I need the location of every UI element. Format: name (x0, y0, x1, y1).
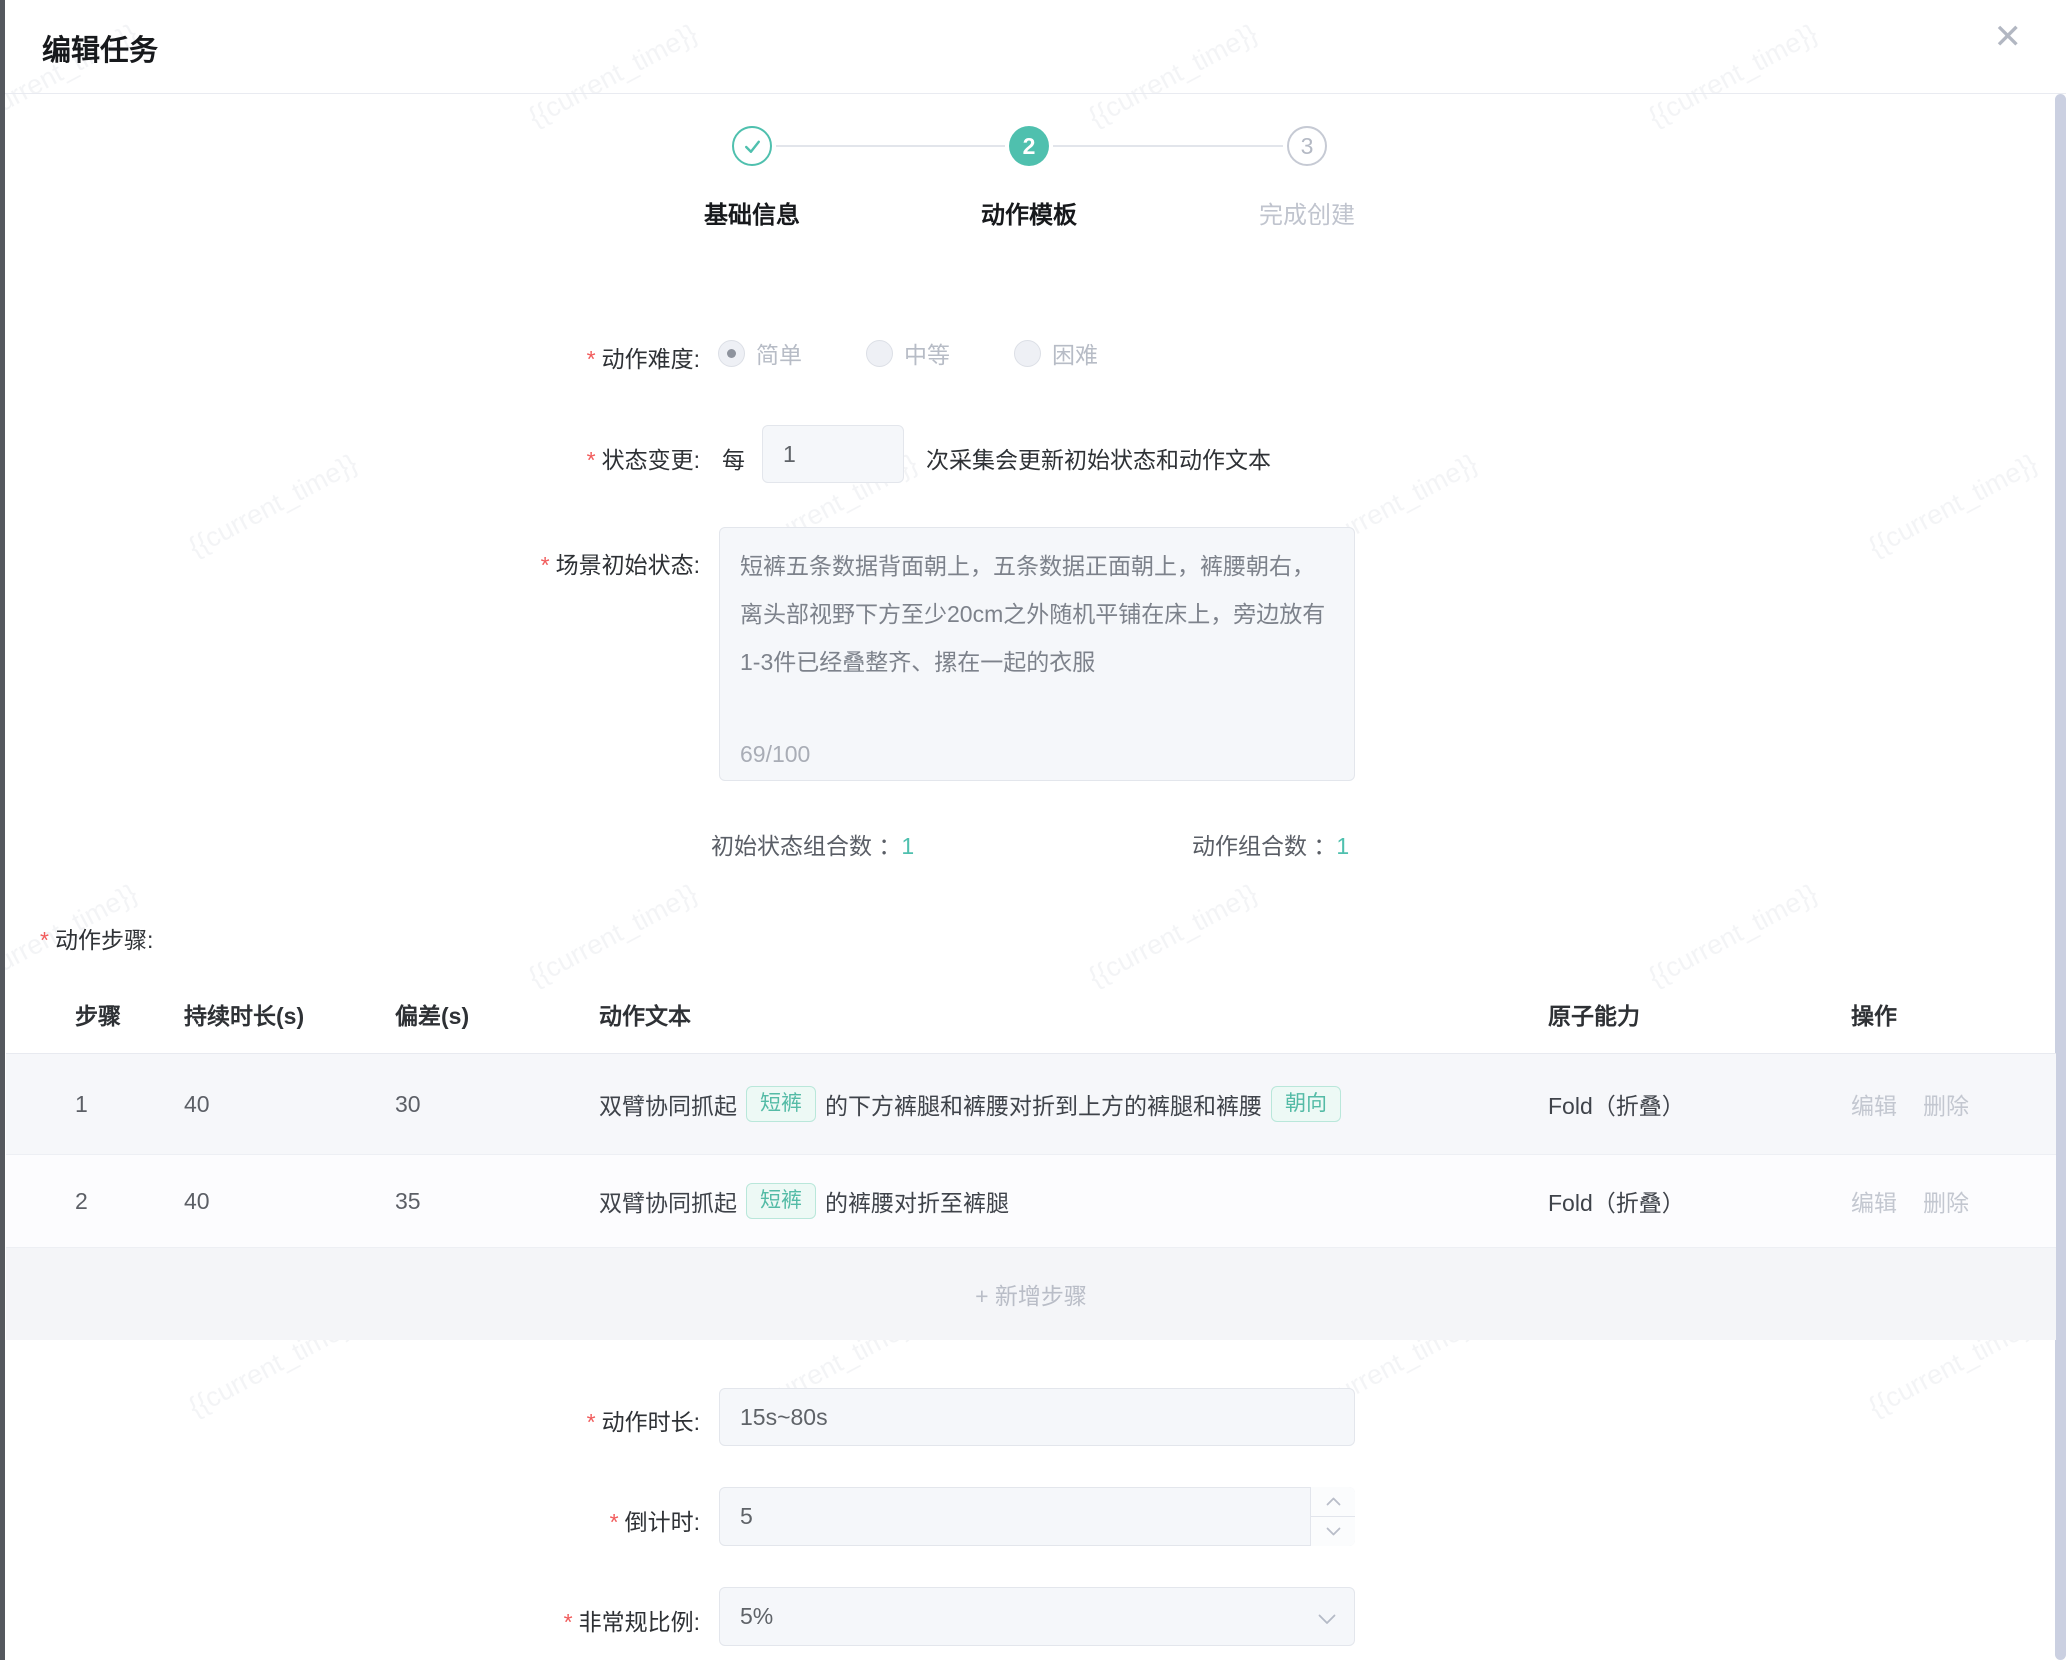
required-mark: * (610, 1509, 619, 1535)
cell-actions: 编辑 删除 (1851, 1184, 2056, 1218)
difficulty-radio-group: 简单 中等 困难 (718, 336, 1098, 370)
increase-button[interactable] (1311, 1487, 1355, 1517)
radio-simple-label: 简单 (756, 336, 802, 370)
cell-duration: 40 (184, 1091, 395, 1118)
cell-action-text: 双臂协同抓起 短裤 的裤腰对折至裤腿 (599, 1183, 1548, 1218)
radio-medium-circle[interactable] (866, 340, 893, 367)
radio-simple[interactable]: 简单 (718, 336, 802, 370)
edit-task-modal: {{current_time}}{{current_time}}{{curren… (0, 0, 2066, 1660)
steps-table: 步骤 持续时长(s) 偏差(s) 动作文本 原子能力 操作 1 40 30 双臂… (6, 975, 2056, 1340)
initial-state-field: 短裤五条数据背面朝上，五条数据正面朝上，裤腰朝右，离头部视野下方至少20cm之外… (719, 527, 1355, 781)
chevron-up-icon (1326, 1497, 1341, 1506)
object-tag: 短裤 (746, 1183, 816, 1218)
delete-link[interactable]: 删除 (1923, 1087, 1969, 1121)
required-mark: * (587, 1409, 596, 1435)
state-change-suffix: 次采集会更新初始状态和动作文本 (926, 441, 1271, 475)
step-1-circle (732, 126, 772, 166)
table-header-row: 步骤 持续时长(s) 偏差(s) 动作文本 原子能力 操作 (6, 975, 2056, 1054)
required-mark: * (564, 1609, 573, 1635)
chevron-down-icon (1318, 1612, 1336, 1630)
countdown-stepper (1310, 1487, 1355, 1546)
state-change-input[interactable] (762, 425, 904, 483)
cell-deviation: 35 (395, 1188, 599, 1215)
initial-combo-count: 初始状态组合数 ：1 (711, 827, 914, 861)
radio-hard-circle[interactable] (1014, 340, 1041, 367)
step-2-circle: 2 (1009, 126, 1049, 166)
table-row: 2 40 35 双臂协同抓起 短裤 的裤腰对折至裤腿 Fold（折叠） 编辑 删… (6, 1155, 2056, 1248)
radio-hard[interactable]: 困难 (1014, 336, 1098, 370)
radio-medium[interactable]: 中等 (866, 336, 950, 370)
edit-link[interactable]: 编辑 (1851, 1184, 1897, 1218)
radio-simple-circle[interactable] (718, 340, 745, 367)
step-2-number: 2 (1023, 133, 1036, 160)
close-icon[interactable]: ✕ (1994, 20, 2023, 54)
state-change-prefix: 每 (722, 441, 745, 475)
duration-input[interactable] (719, 1388, 1355, 1446)
object-tag: 短裤 (746, 1086, 816, 1121)
col-header-deviation: 偏差(s) (395, 997, 599, 1031)
col-header-ability: 原子能力 (1548, 997, 1851, 1031)
countdown-label: *倒计时: (340, 1503, 700, 1537)
stepper-connector-2 (1053, 145, 1283, 147)
cell-ability: Fold（折叠） (1548, 1087, 1851, 1121)
step-3-label: 完成创建 (1197, 195, 1417, 230)
check-icon (742, 136, 763, 157)
col-header-duration: 持续时长(s) (184, 997, 395, 1031)
cell-duration: 40 (184, 1188, 395, 1215)
cell-deviation: 30 (395, 1091, 599, 1118)
cell-ability: Fold（折叠） (1548, 1184, 1851, 1218)
initial-combo-value: 1 (901, 833, 914, 859)
cell-actions: 编辑 删除 (1851, 1087, 2056, 1121)
header-divider (5, 93, 2066, 94)
char-counter: 69/100 (740, 741, 810, 768)
col-header-step: 步骤 (75, 997, 184, 1031)
add-step-button[interactable]: + 新增步骤 (6, 1248, 2056, 1340)
col-header-actions: 操作 (1851, 997, 2056, 1031)
col-header-text: 动作文本 (599, 997, 1548, 1031)
delete-link[interactable]: 删除 (1923, 1184, 1969, 1218)
radio-hard-label: 困难 (1052, 336, 1098, 370)
cell-action-text: 双臂协同抓起 短裤 的下方裤腿和裤腰对折到上方的裤腿和裤腰 朝向 (599, 1086, 1548, 1121)
initial-state-textarea[interactable]: 短裤五条数据背面朝上，五条数据正面朝上，裤腰朝右，离头部视野下方至少20cm之外… (720, 528, 1354, 728)
ratio-select[interactable]: 5% (719, 1587, 1355, 1646)
countdown-field (719, 1487, 1355, 1546)
state-change-label: *状态变更: (340, 441, 700, 475)
cell-step: 1 (75, 1091, 184, 1118)
action-combo-value: 1 (1336, 833, 1349, 859)
orientation-tag: 朝向 (1271, 1086, 1341, 1121)
required-mark: * (541, 552, 550, 578)
difficulty-label: *动作难度: (340, 340, 700, 374)
edit-link[interactable]: 编辑 (1851, 1087, 1897, 1121)
decrease-button[interactable] (1311, 1517, 1355, 1546)
ratio-value: 5% (740, 1588, 773, 1645)
stepper-connector-1 (776, 145, 1005, 147)
page-title: 编辑任务 (42, 27, 158, 69)
step-3-number: 3 (1301, 133, 1314, 160)
chevron-down-icon (1326, 1527, 1341, 1536)
initial-state-label: *场景初始状态: (340, 546, 700, 580)
step-3-circle: 3 (1287, 126, 1327, 166)
action-steps-label: *动作步骤: (40, 921, 153, 955)
radio-medium-label: 中等 (904, 336, 950, 370)
ratio-label: *非常规比例: (340, 1603, 700, 1637)
step-1-label: 基础信息 (642, 195, 862, 230)
required-mark: * (587, 447, 596, 473)
step-2-label: 动作模板 (919, 195, 1139, 230)
required-mark: * (587, 346, 596, 372)
table-row: 1 40 30 双臂协同抓起 短裤 的下方裤腿和裤腰对折到上方的裤腿和裤腰 朝向… (6, 1054, 2056, 1155)
countdown-input[interactable] (719, 1487, 1355, 1546)
action-combo-count: 动作组合数 ：1 (1192, 827, 1349, 861)
cell-step: 2 (75, 1188, 184, 1215)
required-mark: * (40, 927, 49, 953)
duration-label: *动作时长: (340, 1403, 700, 1437)
